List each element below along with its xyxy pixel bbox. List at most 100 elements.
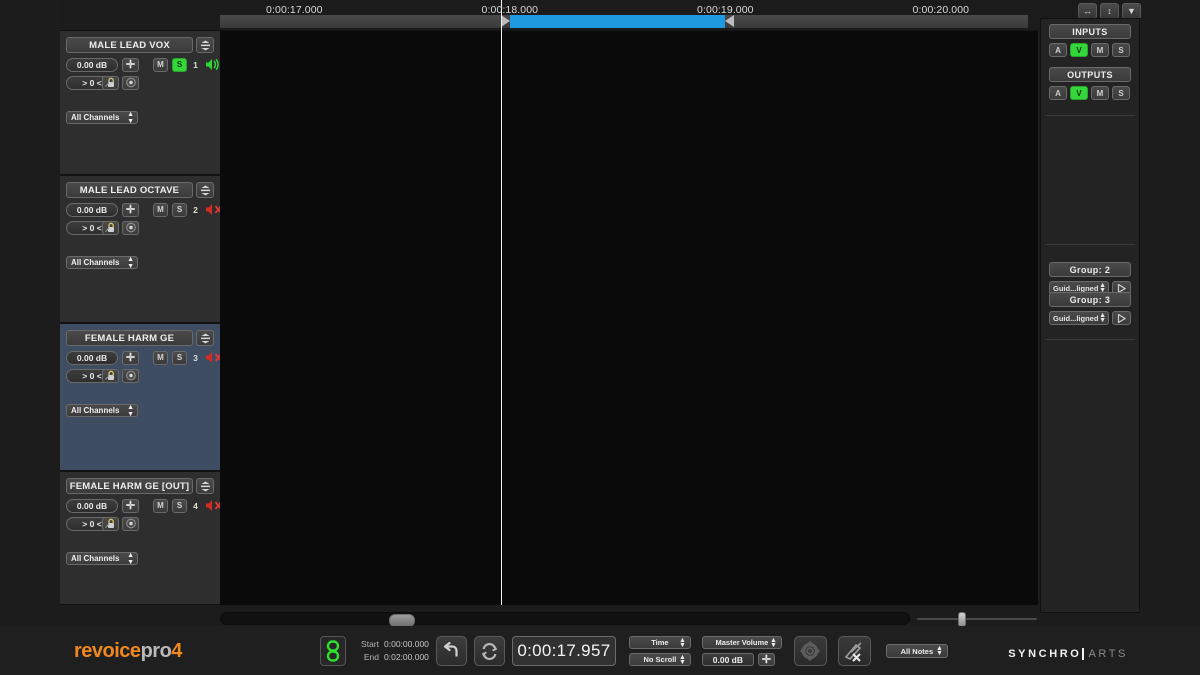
track-name-field[interactable]: MALE LEAD OCTAVE [66,182,193,198]
outputs-a-button[interactable]: A [1049,86,1067,100]
outputs-title[interactable]: OUTPUTS [1049,67,1131,82]
track-channel-select[interactable]: All Channels ▲ ▼ [66,551,138,566]
timeline-ruler[interactable]: 0:00:17.000 0:00:18.000 0:00:19.000 0:00:20… [60,0,1140,30]
chevron-updown-icon: ▲ ▼ [935,645,943,657]
track-mute-button[interactable]: M [153,350,168,365]
track-mute-button[interactable]: M [153,57,168,72]
timecode-display[interactable]: 0:00:17.957 [511,636,616,666]
dock-group-2-title[interactable]: Group: 3 [1049,292,1131,307]
track-resize-icon[interactable] [196,330,214,346]
track-name-field[interactable]: FEMALE HARM GE [66,330,193,346]
dock-divider [1045,244,1135,245]
outputs-buttons: AVMS [1049,86,1131,100]
track-lane-[object Object]1[interactable]: ✛ undefined ▲▼ [220,30,1038,31]
inputs-title[interactable]: INPUTS [1049,24,1131,39]
gear-process-icon[interactable] [793,636,827,666]
track-channel-select[interactable]: All Channels ▲ ▼ [66,256,138,270]
view-menu-button[interactable]: ▼ [1122,3,1141,19]
track-header-4[interactable]: FEMALE HARM GE [OUT] 0.00 dB ✛ M S 4 > 0… [60,471,222,605]
scroll-mode-select[interactable]: No Scroll ▲ ▼ [628,653,691,666]
ruler-selection-range[interactable] [509,15,726,28]
track-name-row: FEMALE HARM GE [66,330,214,346]
track-gain-plus-button[interactable]: ✛ [122,350,139,365]
track-solo-button[interactable]: S [172,57,187,72]
inputs-v-button[interactable]: V [1070,43,1088,57]
waveform-lane-area[interactable]: ✛ undefined ▲▼ ✛ undefined ▲▼ ✛ undefine… [220,30,1038,605]
zoom-slider-thumb[interactable] [958,612,966,627]
track-name-field[interactable]: FEMALE HARM GE [OUT] [66,478,193,494]
track-resize-icon[interactable] [196,478,214,494]
track-header-2[interactable]: MALE LEAD OCTAVE 0.00 dB ✛ M S 2 > 0 < ✛… [60,175,222,323]
track-lock-icon[interactable] [102,75,119,90]
dock-group-2-mode-select[interactable]: Guid...ligned ▲ ▼ [1049,311,1109,325]
track-record-icon[interactable] [122,220,139,235]
track-mute-button[interactable]: M [153,202,168,217]
track-channel-select[interactable]: All Channels ▲ ▼ [66,110,138,125]
track-channel-select[interactable]: All Channels ▲ ▼ [66,404,138,418]
dock-group-2-mode-value: Guid...ligned [1053,313,1099,323]
track-gain-field[interactable]: 0.00 dB [66,57,118,72]
loop-button[interactable] [473,636,505,666]
outputs-v-button[interactable]: V [1070,86,1088,100]
link-icon[interactable] [320,636,346,666]
zoom-slider-track[interactable] [917,618,1037,620]
track-gain-plus-button[interactable]: ✛ [122,498,139,513]
notes-filter-select[interactable]: All Notes ▲ ▼ [885,644,948,658]
track-channel-value: All Channels [71,406,120,415]
volume-mode-select[interactable]: Master Volume ▲ ▼ [701,636,782,649]
revoice-pro-window: 0:00:17.000 0:00:18.000 0:00:19.000 0:00:20… [0,0,1200,675]
inputs-a-button[interactable]: A [1049,43,1067,57]
dock-group-2-play-button[interactable] [1112,311,1131,325]
chevron-updown-icon: ▲ ▼ [127,110,134,125]
playhead-ruler[interactable] [500,0,502,30]
track-record-icon[interactable] [122,75,139,90]
outputs-s-button[interactable]: S [1112,86,1130,100]
track-gain-plus-button[interactable]: ✛ [122,202,139,217]
track-channel-value: All Channels [71,554,120,563]
inputs: INPUTS AVMS [1049,24,1131,57]
playhead[interactable] [500,30,502,605]
dock-group-2-row: Guid...ligned ▲ ▼ [1049,311,1131,325]
selection-start-handle[interactable] [500,15,510,27]
track-gain-field[interactable]: 0.00 dB [66,350,118,365]
track-header-1[interactable]: MALE LEAD VOX 0.00 dB ✛ M S 1 > 0 < ✛ Al… [60,30,220,175]
window-frame-right [1140,0,1200,675]
track-gain-field[interactable]: 0.00 dB [66,498,118,513]
track-solo-button[interactable]: S [172,202,187,217]
chevron-updown-icon: ▲ ▼ [127,551,134,566]
chevron-updown-icon: ▲ ▼ [769,636,777,649]
track-transpose-row: > 0 < ✛ [66,75,139,90]
start-value[interactable]: 0:00:00.000 [384,639,429,649]
track-lock-icon[interactable] [102,516,119,531]
outputs-m-button[interactable]: M [1091,86,1109,100]
end-value[interactable]: 0:02:00.000 [384,652,429,662]
track-name-field[interactable]: MALE LEAD VOX [66,37,193,53]
track-gain-field[interactable]: 0.00 dB [66,202,118,217]
track-gain-plus-button[interactable]: ✛ [122,57,139,72]
master-db-field[interactable]: 0.00 dB [701,653,754,666]
track-record-icon[interactable] [122,516,139,531]
dock-group-1-title[interactable]: Group: 2 [1049,262,1131,277]
track-mute-button[interactable]: M [153,498,168,513]
selection-end-handle[interactable] [725,15,735,27]
tune-disable-icon[interactable] [837,636,871,666]
inputs-buttons: AVMS [1049,43,1131,57]
track-header-3[interactable]: FEMALE HARM GE 0.00 dB ✛ M S 3 > 0 < ✛ A… [60,323,222,471]
fit-vertical-button[interactable]: ↕ [1100,3,1119,19]
fit-horizontal-button[interactable]: ↔ [1078,3,1097,19]
inputs-s-button[interactable]: S [1112,43,1130,57]
horizontal-scroll-area [220,612,1038,627]
track-resize-icon[interactable] [196,182,214,198]
inputs-m-button[interactable]: M [1091,43,1109,57]
track-resize-icon[interactable] [196,37,214,53]
track-solo-button[interactable]: S [172,498,187,513]
track-lock-icon[interactable] [102,368,119,383]
master-db-plus-button[interactable]: ✛ [757,653,775,666]
horizontal-scrollbar-track[interactable] [220,612,910,627]
track-transpose-row: > 0 < ✛ [66,220,139,235]
undo-button[interactable] [435,636,467,666]
track-lock-icon[interactable] [102,220,119,235]
time-mode-select[interactable]: Time ▲ ▼ [628,636,691,649]
track-solo-button[interactable]: S [172,350,187,365]
track-record-icon[interactable] [122,368,139,383]
